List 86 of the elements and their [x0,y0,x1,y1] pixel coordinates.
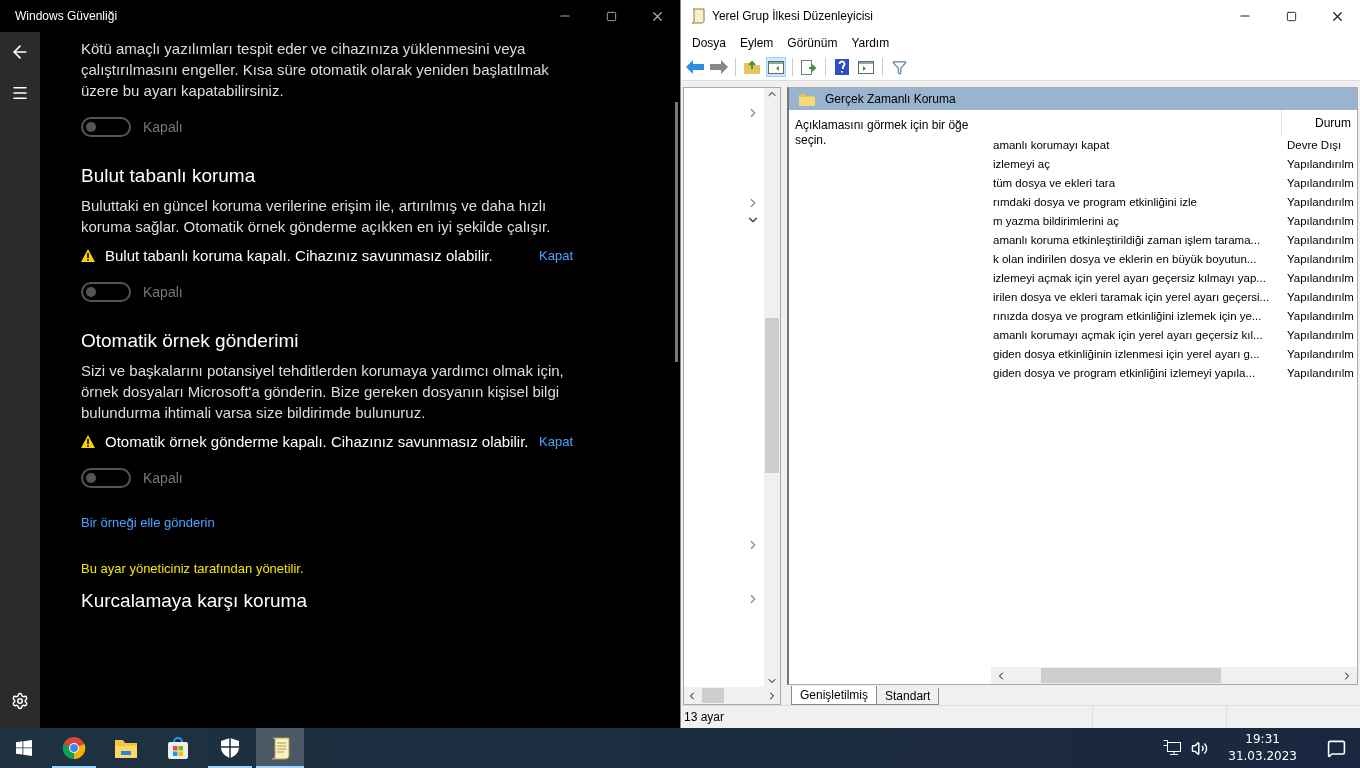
show-tree-button[interactable] [766,57,786,77]
folder-title: Gerçek Zamanlı Koruma [825,92,956,106]
shield-icon [220,737,240,759]
setting-cell[interactable]: k olan indirilen dosya ve eklerin en büyük boyutun... [991,250,1281,269]
view-tab[interactable]: Standart [876,688,940,705]
store-bag-icon [166,736,190,760]
menu-item[interactable]: Dosya [685,36,733,50]
state-cell-text: Yapılandırılm [1286,309,1355,324]
state-cell-text: Yapılandırılm [1286,214,1355,229]
vertical-scrollbar[interactable] [764,88,780,687]
maximize-icon [605,10,617,22]
scrollbar-thumb[interactable] [1041,668,1221,683]
section-heading: Bulut tabanlı koruma [81,165,257,187]
maximize-icon [1285,10,1297,22]
window-title: Windows Güvenliği [14,9,119,23]
clock[interactable]: 19:31 31.03.2023 [1218,731,1307,765]
state-cell-text: Devre Dışı [1286,138,1343,153]
scrollbar-thumb[interactable] [765,318,779,473]
state-cell-text: Yapılandırılm [1286,366,1355,381]
state-cell-text: Yapılandırılm [1286,347,1355,362]
setting-cell[interactable]: rınızda dosya ve program etkinliğini izlemek için ye... [991,307,1281,326]
scroll-icon [691,8,705,24]
forward-button[interactable] [709,57,729,77]
submit-sample-link[interactable]: Bir örneği elle gönderin [81,512,573,533]
state-cell-text: Yapılandırılm [1286,252,1355,267]
menu-item[interactable]: Görünüm [780,36,845,50]
folder-icon [799,92,815,106]
help-button[interactable] [832,57,852,77]
network-icon [1163,740,1182,756]
scroll-icon [269,736,291,760]
setting-cell[interactable]: izlemeyi aç [991,155,1281,174]
setting-cell[interactable]: amanlı korumayı açmak için yerel ayarı geçersiz kıl... [991,326,1281,345]
folder-icon [114,737,138,759]
taskbar-app-button[interactable] [256,728,304,768]
toggle-label: Kapalı [143,470,183,486]
setting-cell[interactable]: giden dosya ve program etkinliğini izlemeyi yapıla... [991,364,1281,383]
setting-cell[interactable]: rımdaki dosya ve program etkinliğini izle [991,193,1281,212]
section-heading: Kurcalamaya karşı koruma [81,590,308,612]
section-description: Buluttaki en güncel koruma verilerine erişim ile, artırılmış ve daha hızlı koruma sağlar. Otomatik örnek gönderme açıkken en iyi şekilde çalışır. [81,196,552,237]
menu-item[interactable]: Eylem [733,36,781,50]
settings-button[interactable] [11,692,29,710]
toggle-label: Kapalı [143,284,183,300]
notification-icon[interactable] [1327,738,1346,758]
setting-cell[interactable]: m yazma bildirimlerini aç [991,212,1281,231]
setting-cell[interactable]: izlemeyi açmak için yerel ayarı geçersiz kılmayı yap... [991,269,1281,288]
setting-cell[interactable]: tüm dosya ve ekleri tara [991,174,1281,193]
managed-note: Bu ayar yöneticiniz tarafından yönetilir. [81,561,305,576]
setting-cell[interactable]: irilen dosya ve ekleri taramak için yerel ayarı geçersi... [991,288,1281,307]
state-cell-text: Yapılandırılm [1286,233,1355,248]
warning-text: Bulut tabanlı koruma kapalı. Cihazınız savunmasız olabilir. [105,246,494,266]
window-title: Yerel Grup İlkesi Düzenleyicisi [711,9,874,23]
description-text: Açıklamasını görmek için bir öğe seçin. [795,118,969,147]
state-cell-text: Yapılandırılm [1286,328,1355,343]
volume-icon[interactable] [1191,739,1209,757]
state-cell-text: Yapılandırılm [1286,271,1355,286]
horizontal-scrollbar[interactable] [684,687,780,704]
status-text: 13 ayar [683,710,726,724]
scrollbar-thumb[interactable] [702,688,724,703]
toggle-label: Kapalı [143,119,183,135]
section-description: Kötü amaçlı yazılımları tespit eder ve cihazınıza yüklenmesini veya çalıştırılmasını engeller. Kısa süre otomatik olarak yeniden başlatılmak üzere bu ayarı kapatabilirsiniz. [81,39,550,101]
warning-icon [81,249,95,262]
column-header[interactable]: Durum [1281,110,1357,136]
state-cell-text: Yapılandırılm [1286,157,1355,172]
export-button[interactable] [799,57,819,77]
dismiss-link[interactable]: Kapat [539,431,573,452]
scrollbar-thumb[interactable] [675,102,678,362]
horizontal-scrollbar[interactable] [991,667,1357,684]
state-cell-text: Yapılandırılm [1286,290,1355,305]
browser-icon [62,736,86,760]
toggle-switch[interactable] [81,117,131,137]
setting-cell[interactable]: amanlı korumayı kapat [991,136,1281,155]
state-cell-text: Yapılandırılm [1286,176,1355,191]
toggle-switch[interactable] [81,468,131,488]
menu-button[interactable] [11,84,29,102]
warning-text: Otomatik örnek gönderme kapalı. Cihazınız savunmasız olabilir. [105,432,529,452]
view-tab[interactable]: Genişletilmiş [791,686,877,705]
setting-cell[interactable]: giden dosya etkinliğinin izlenmesi için yerel ayarı g... [991,345,1281,364]
menu-item[interactable]: Yardım [844,36,897,50]
section-description: Sizi ve başkalarını potansiyel tehditlerden korumaya yardımcı olmak için, örnek dosyaları Microsoft'a gönderin. Bize gereken dosyanın kişisel bilgi bulundurma ihtimali varsa size bildirimde bulunuruz. [81,361,565,423]
setting-cell[interactable]: amanlı koruma etkinleştirildiği zaman işlem tarama... [991,231,1281,250]
section-heading: Otomatik örnek gönderimi [81,330,300,352]
warning-icon [81,435,95,448]
dismiss-link[interactable]: Kapat [539,245,573,266]
state-cell-text: Yapılandırılm [1286,195,1355,210]
windows-logo-icon [16,740,32,756]
toggle-switch[interactable] [81,282,131,302]
